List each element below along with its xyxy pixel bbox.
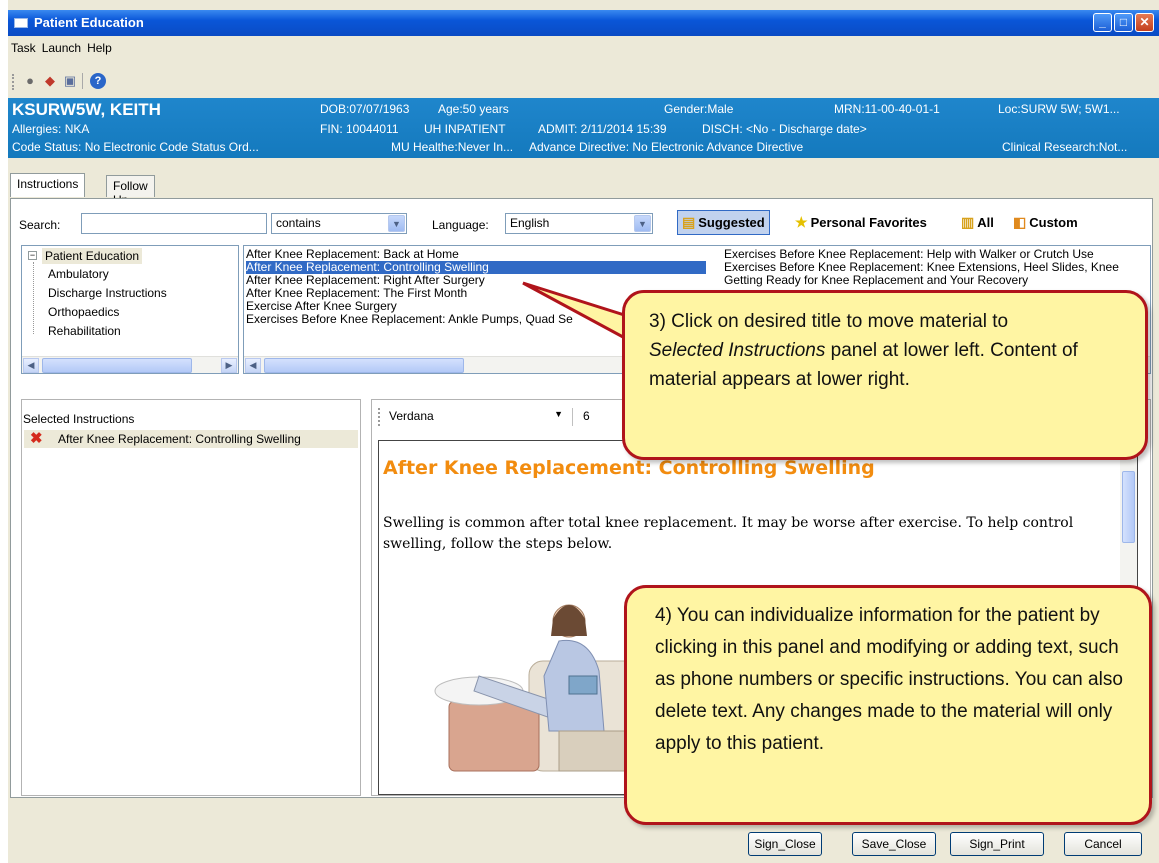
callout-step-3: 3) Click on desired title to move materi…: [622, 290, 1148, 460]
callout-step-3-emphasis: Selected Instructions: [649, 340, 826, 361]
callout-step-3-line2: Selected Instructions panel at lower lef…: [649, 336, 1131, 394]
callout-step-4: 4) You can individualize information for…: [624, 585, 1152, 825]
callout-step-3-line1: 3) Click on desired title to move materi…: [649, 311, 1009, 332]
